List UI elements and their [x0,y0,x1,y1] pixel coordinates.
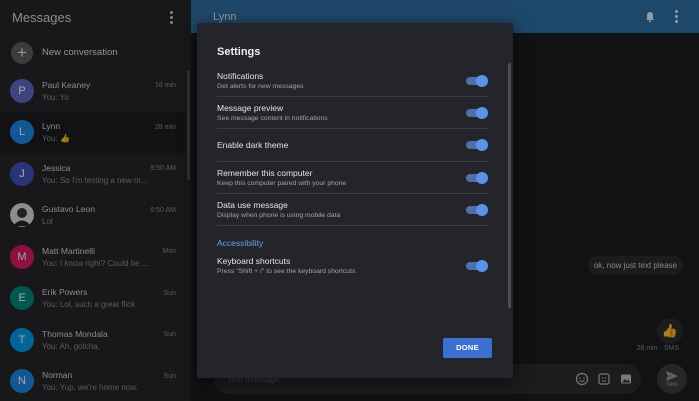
dialog-scrollbar[interactable] [508,63,511,308]
setting-title: Remember this computer [217,168,313,178]
remember-computer-toggle[interactable] [466,171,488,184]
setting-data-use[interactable]: Data use message Display when phone is u… [217,194,489,226]
settings-dialog: Settings Notifications Get alerts for ne… [197,23,513,378]
setting-description: Press "Shift + /" to see the keyboard sh… [217,268,356,275]
setting-description: Keep this computer paired with your phon… [217,180,347,187]
setting-description: Display when phone is using mobile data [217,212,341,219]
data-use-toggle[interactable] [466,203,488,216]
message-preview-toggle[interactable] [466,106,488,119]
dialog-title: Settings [217,46,261,58]
setting-description: See message content in notifications [217,115,328,122]
setting-description: Get alerts for new messages [217,83,304,90]
setting-title: Enable dark theme [217,140,289,150]
setting-message-preview[interactable]: Message preview See message content in n… [217,97,489,129]
setting-title: Data use message [217,200,288,210]
setting-title: Notifications [217,71,264,81]
setting-remember-computer[interactable]: Remember this computer Keep this compute… [217,162,489,194]
keyboard-shortcuts-toggle[interactable] [466,259,488,272]
done-button[interactable]: DONE [443,338,492,358]
section-accessibility: Accessibility [217,238,264,248]
setting-title: Message preview [217,103,284,113]
setting-dark-theme[interactable]: Enable dark theme [217,129,489,162]
setting-notifications[interactable]: Notifications Get alerts for new message… [217,65,489,97]
notifications-toggle[interactable] [466,74,488,87]
settings-list: Notifications Get alerts for new message… [217,65,489,281]
dark-theme-toggle[interactable] [466,139,488,151]
setting-keyboard-shortcuts[interactable]: Keyboard shortcuts Press "Shift + /" to … [217,250,489,281]
setting-title: Keyboard shortcuts [217,256,291,266]
